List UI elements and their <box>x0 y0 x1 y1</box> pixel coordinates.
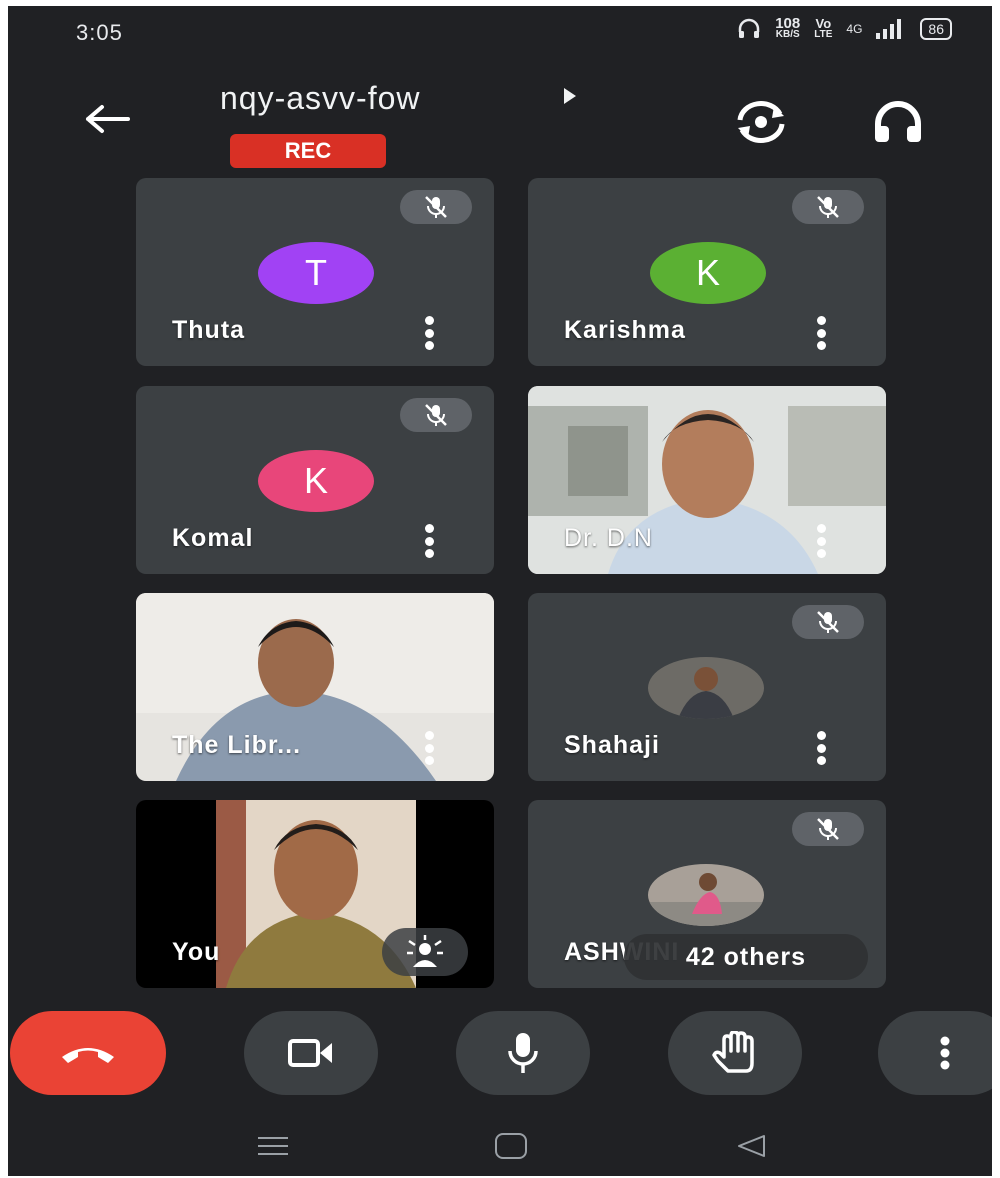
mic-off-indicator <box>792 812 864 846</box>
avatar: K <box>258 450 374 512</box>
mic-off-icon <box>425 196 447 218</box>
play-arrow-icon[interactable] <box>564 88 576 104</box>
meeting-header: nqy-asvv-fow REC <box>8 76 992 176</box>
profile-photo <box>648 864 764 926</box>
raise-hand-icon <box>712 1031 754 1073</box>
more-options-icon[interactable] <box>422 524 436 558</box>
more-options-icon[interactable] <box>422 316 436 350</box>
phone-hangup-icon <box>62 1048 114 1063</box>
system-nav-bar <box>8 1116 992 1176</box>
signal-icon <box>876 19 902 39</box>
participant-tile[interactable]: K Komal <box>136 386 494 574</box>
mic-off-icon <box>817 818 839 840</box>
more-options-icon[interactable] <box>422 731 436 765</box>
switch-camera-icon[interactable] <box>732 98 790 146</box>
more-options-icon[interactable] <box>814 731 828 765</box>
avatar <box>648 657 764 719</box>
recording-badge: REC <box>230 134 386 168</box>
profile-photo <box>648 657 764 719</box>
home-icon[interactable] <box>494 1132 528 1160</box>
volte-top: Vo <box>815 16 832 31</box>
headset-icon <box>738 18 760 38</box>
status-icons: 108 KB/S Vo LTE 4G 86 <box>737 15 952 40</box>
mic-off-icon <box>817 196 839 218</box>
participant-tile[interactable]: K Karishma <box>528 178 886 366</box>
more-vertical-icon <box>940 1036 950 1070</box>
video-camera-icon <box>288 1039 332 1067</box>
avatar <box>648 864 764 926</box>
mic-off-icon <box>425 404 447 426</box>
more-options-icon[interactable] <box>814 316 828 350</box>
visual-effects-icon <box>407 935 443 967</box>
meet-screen: 3:05 108 KB/S Vo LTE 4G 86 nqy-asvv-fow … <box>8 6 992 1176</box>
participant-name: Komal <box>172 524 254 552</box>
participant-name: The Libr... <box>172 731 302 759</box>
avatar: K <box>650 242 766 304</box>
self-view-tile[interactable]: You <box>136 800 494 988</box>
participant-tile[interactable]: Shahaji <box>528 593 886 781</box>
back-triangle-icon[interactable] <box>736 1134 766 1158</box>
volte: Vo LTE <box>814 16 833 40</box>
menu-icon[interactable] <box>256 1134 290 1158</box>
mic-off-indicator <box>792 605 864 639</box>
net-speed-unit: KB/S <box>775 29 800 40</box>
status-bar: 3:05 108 KB/S Vo LTE 4G 86 <box>8 6 992 62</box>
participant-tile[interactable]: The Libr... <box>136 593 494 781</box>
call-controls <box>8 1011 992 1101</box>
battery-indicator: 86 <box>920 18 952 40</box>
mic-off-indicator <box>400 398 472 432</box>
reaction-button[interactable] <box>382 928 468 976</box>
participant-tile[interactable]: T Thuta <box>136 178 494 366</box>
others-count-button[interactable]: 42 others <box>624 934 868 980</box>
camera-button[interactable] <box>244 1011 378 1095</box>
participant-name: Dr. D.N <box>564 524 653 552</box>
mic-off-indicator <box>792 190 864 224</box>
participant-name: Thuta <box>172 316 246 344</box>
net-speed: 108 KB/S <box>775 15 801 40</box>
raise-hand-button[interactable] <box>668 1011 802 1095</box>
more-options-icon[interactable] <box>814 524 828 558</box>
mic-off-indicator <box>400 190 472 224</box>
headphones-icon[interactable] <box>870 98 926 146</box>
participant-name: Karishma <box>564 316 686 344</box>
end-call-button[interactable] <box>10 1011 166 1095</box>
more-options-button[interactable] <box>878 1011 992 1095</box>
others-count-label: 42 others <box>685 942 807 971</box>
participant-tile[interactable]: ASHWINI 42 others <box>528 800 886 988</box>
arrow-left-icon <box>86 105 130 133</box>
net-speed-value: 108 <box>775 15 801 32</box>
volte-bottom: LTE <box>814 29 833 40</box>
status-time: 3:05 <box>76 20 123 45</box>
mic-off-icon <box>817 611 839 633</box>
meeting-title[interactable]: nqy-asvv-fow <box>220 80 421 117</box>
microphone-button[interactable] <box>456 1011 590 1095</box>
microphone-icon <box>508 1033 538 1073</box>
back-button[interactable] <box>78 94 138 144</box>
participant-name: Shahaji <box>564 731 660 759</box>
participant-name: You <box>172 938 221 966</box>
avatar: T <box>258 242 374 304</box>
network-label: 4G <box>846 22 863 36</box>
participant-tile[interactable]: Dr. D.N <box>528 386 886 574</box>
